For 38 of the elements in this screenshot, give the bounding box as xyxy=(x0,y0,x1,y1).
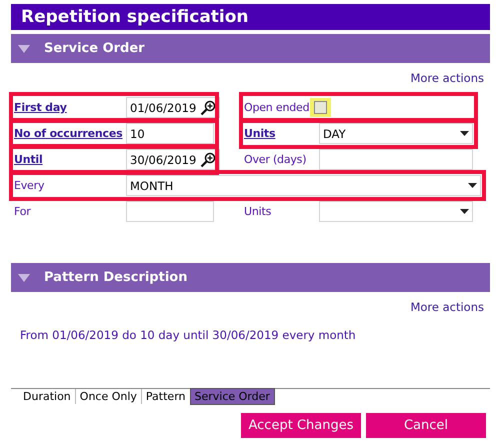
field-link[interactable]: Units xyxy=(244,127,319,140)
date-field[interactable]: 01/06/2019 xyxy=(126,97,220,118)
field-link[interactable]: No of occurrences xyxy=(14,127,126,140)
select-field[interactable]: DAY xyxy=(319,123,473,144)
field-label: Open ended xyxy=(244,101,310,114)
section-header[interactable]: Service Order xyxy=(11,34,490,63)
input-field[interactable]: 10 xyxy=(126,123,214,144)
field-link[interactable]: Until xyxy=(14,153,126,166)
field-link[interactable]: First day xyxy=(14,101,126,114)
caret-icon xyxy=(460,131,469,136)
field-label: Over (days) xyxy=(244,153,308,166)
accept-button[interactable]: Accept Changes xyxy=(241,413,361,438)
cancel-button[interactable]: Cancel xyxy=(366,413,486,438)
date-field[interactable]: 30/06/2019 xyxy=(126,149,220,170)
select-field[interactable]: MONTH xyxy=(126,175,481,196)
section-title: Pattern Description xyxy=(44,270,188,285)
select-field[interactable] xyxy=(319,201,473,222)
zoom-icon[interactable] xyxy=(200,152,216,168)
caret-icon xyxy=(468,183,477,188)
field-label: For xyxy=(14,205,32,218)
more-actions-link[interactable]: More actions xyxy=(410,71,484,87)
field-label: Units xyxy=(244,205,272,218)
tab[interactable]: Service Order xyxy=(190,389,274,404)
checkbox[interactable] xyxy=(314,101,328,114)
collapse-icon[interactable] xyxy=(18,274,30,282)
caret-icon xyxy=(460,209,469,214)
pattern-description: From 01/06/2019 do 10 day until 30/06/2019 every month xyxy=(19,327,357,342)
tab[interactable]: Once Only xyxy=(76,389,142,404)
more-actions-link[interactable]: More actions xyxy=(410,300,484,316)
field-label: Every xyxy=(14,179,46,192)
section-header[interactable]: Pattern Description xyxy=(11,263,490,292)
tab[interactable]: Duration xyxy=(19,389,76,404)
collapse-icon[interactable] xyxy=(18,44,30,52)
section-title: Service Order xyxy=(44,41,145,56)
window-title: Repetition specification xyxy=(11,4,490,30)
input-field[interactable] xyxy=(126,201,214,222)
zoom-icon[interactable] xyxy=(200,100,216,116)
input-field[interactable] xyxy=(319,149,473,170)
